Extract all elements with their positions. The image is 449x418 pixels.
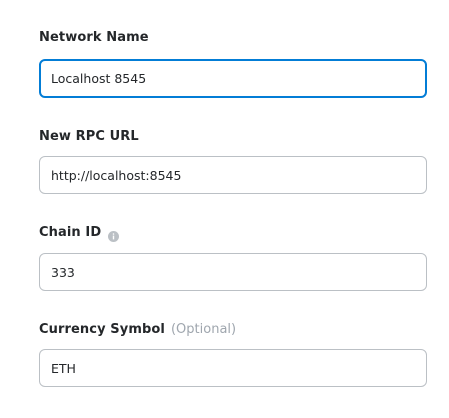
- rpc-url-input[interactable]: [39, 156, 427, 194]
- currency-symbol-input[interactable]: [39, 349, 427, 387]
- optional-hint: (Optional): [170, 321, 237, 337]
- network-name-label: Network Name: [39, 29, 149, 45]
- network-name-label-row: Network Name: [39, 28, 149, 46]
- currency-symbol-label: Currency Symbol: [39, 321, 165, 337]
- rpc-url-label-row: New RPC URL: [39, 127, 139, 145]
- info-icon[interactable]: [108, 227, 120, 242]
- currency-symbol-label-row: Currency Symbol (Optional): [39, 320, 236, 338]
- chain-id-label: Chain ID: [39, 224, 102, 240]
- chain-id-label-row: Chain ID: [39, 223, 120, 242]
- rpc-url-label: New RPC URL: [39, 128, 139, 144]
- network-name-input[interactable]: [39, 59, 427, 98]
- chain-id-input[interactable]: [39, 253, 427, 291]
